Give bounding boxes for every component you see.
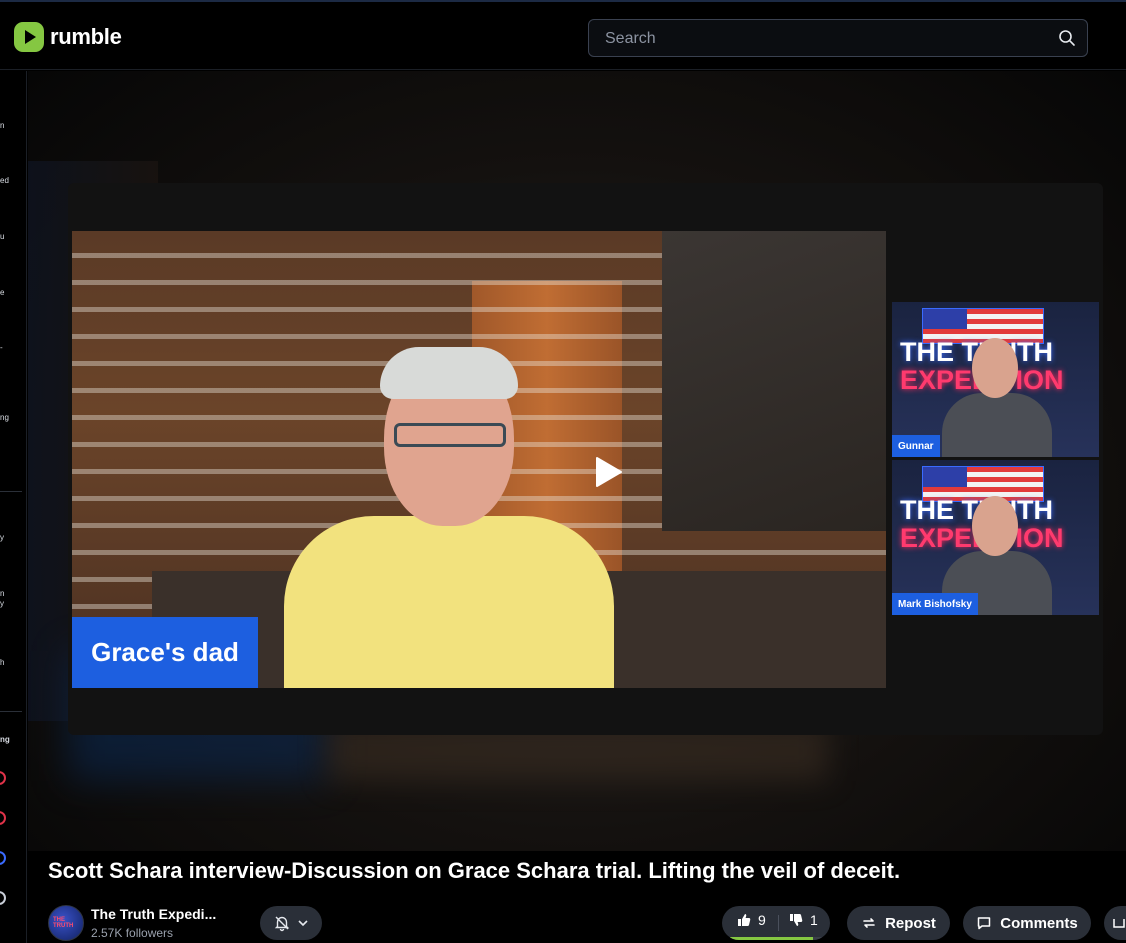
play-icon[interactable] — [589, 454, 625, 490]
sidebar-item[interactable]: y — [0, 533, 4, 542]
channel-avatar[interactable]: THE TRUTH — [48, 905, 84, 941]
rumble-logo-icon — [14, 22, 44, 52]
repost-label: Repost — [885, 914, 936, 932]
guest-name-tag: Mark Bishofsky — [892, 593, 978, 615]
like-count: 9 — [758, 912, 766, 928]
dislike-button[interactable]: 1 — [788, 912, 818, 928]
search-icon[interactable] — [1057, 28, 1077, 48]
video-title: Scott Schara interview-Discussion on Gra… — [48, 858, 901, 883]
sidebar-item[interactable]: ng — [0, 413, 9, 422]
subscription-avatar[interactable] — [0, 891, 6, 905]
dislike-count: 1 — [810, 912, 818, 928]
comments-button[interactable]: Comments — [963, 906, 1091, 940]
channel-name[interactable]: The Truth Expedi... — [91, 906, 216, 922]
sidebar-item[interactable]: n y — [0, 589, 8, 609]
caption-text: Grace's dad — [91, 637, 239, 667]
speaker-figure — [284, 347, 614, 688]
subscription-avatar[interactable] — [0, 851, 6, 865]
comment-icon — [977, 917, 991, 930]
sidebar-divider — [0, 711, 22, 712]
more-actions-button[interactable] — [1104, 906, 1126, 940]
main-video-feed: Grace's dad — [72, 231, 886, 688]
sidebar-item[interactable]: - — [0, 343, 3, 352]
subscription-avatar[interactable] — [0, 771, 6, 785]
guest-figure — [942, 338, 1052, 457]
channel-followers: 2.57K followers — [91, 926, 174, 940]
like-button[interactable]: 9 — [736, 912, 766, 928]
vote-ratio-fill — [730, 937, 813, 940]
side-video-feed: THE TRUTH EXPEDITION Mark Bishofsky — [892, 460, 1099, 615]
channel-avatar-logo-text: THE TRUTH — [53, 917, 74, 929]
repost-button[interactable]: Repost — [847, 906, 950, 940]
rumble-logo[interactable]: rumble — [14, 22, 122, 52]
vote-buttons: 9 1 — [722, 906, 830, 940]
bell-off-icon — [274, 916, 290, 932]
video-scene — [662, 231, 886, 531]
repost-icon — [863, 918, 875, 928]
video-player[interactable]: Grace's dad THE TRUTH EXPEDITION Gunnar … — [68, 183, 1103, 735]
subscription-avatar[interactable] — [0, 811, 6, 825]
lower-third-caption: Grace's dad — [72, 617, 258, 688]
comments-label: Comments — [1000, 914, 1078, 932]
search-input[interactable] — [589, 20, 1047, 58]
download-icon — [1113, 919, 1125, 928]
sidebar-section-label: ng — [0, 735, 10, 744]
notification-toggle-button[interactable] — [260, 906, 322, 940]
top-bar: rumble — [0, 0, 1126, 70]
sidebar-divider — [0, 491, 22, 492]
vote-divider — [778, 915, 779, 931]
sidebar-item[interactable]: e — [0, 288, 4, 297]
sidebar: n ed u e - ng y n y h ng — [0, 71, 27, 943]
sidebar-item[interactable]: n — [0, 121, 4, 130]
side-video-feed: THE TRUTH EXPEDITION Gunnar — [892, 302, 1099, 457]
guest-name-tag: Gunnar — [892, 435, 940, 457]
logo-text: rumble — [50, 24, 122, 49]
sidebar-item[interactable]: u — [0, 232, 4, 241]
thumbs-up-icon — [738, 914, 751, 926]
search-box — [588, 19, 1088, 58]
vote-ratio-bar — [730, 937, 822, 940]
chevron-down-icon — [298, 920, 308, 927]
sidebar-item[interactable]: ed — [0, 176, 9, 185]
sidebar-item[interactable]: h — [0, 658, 4, 667]
thumbs-down-icon — [790, 914, 803, 926]
